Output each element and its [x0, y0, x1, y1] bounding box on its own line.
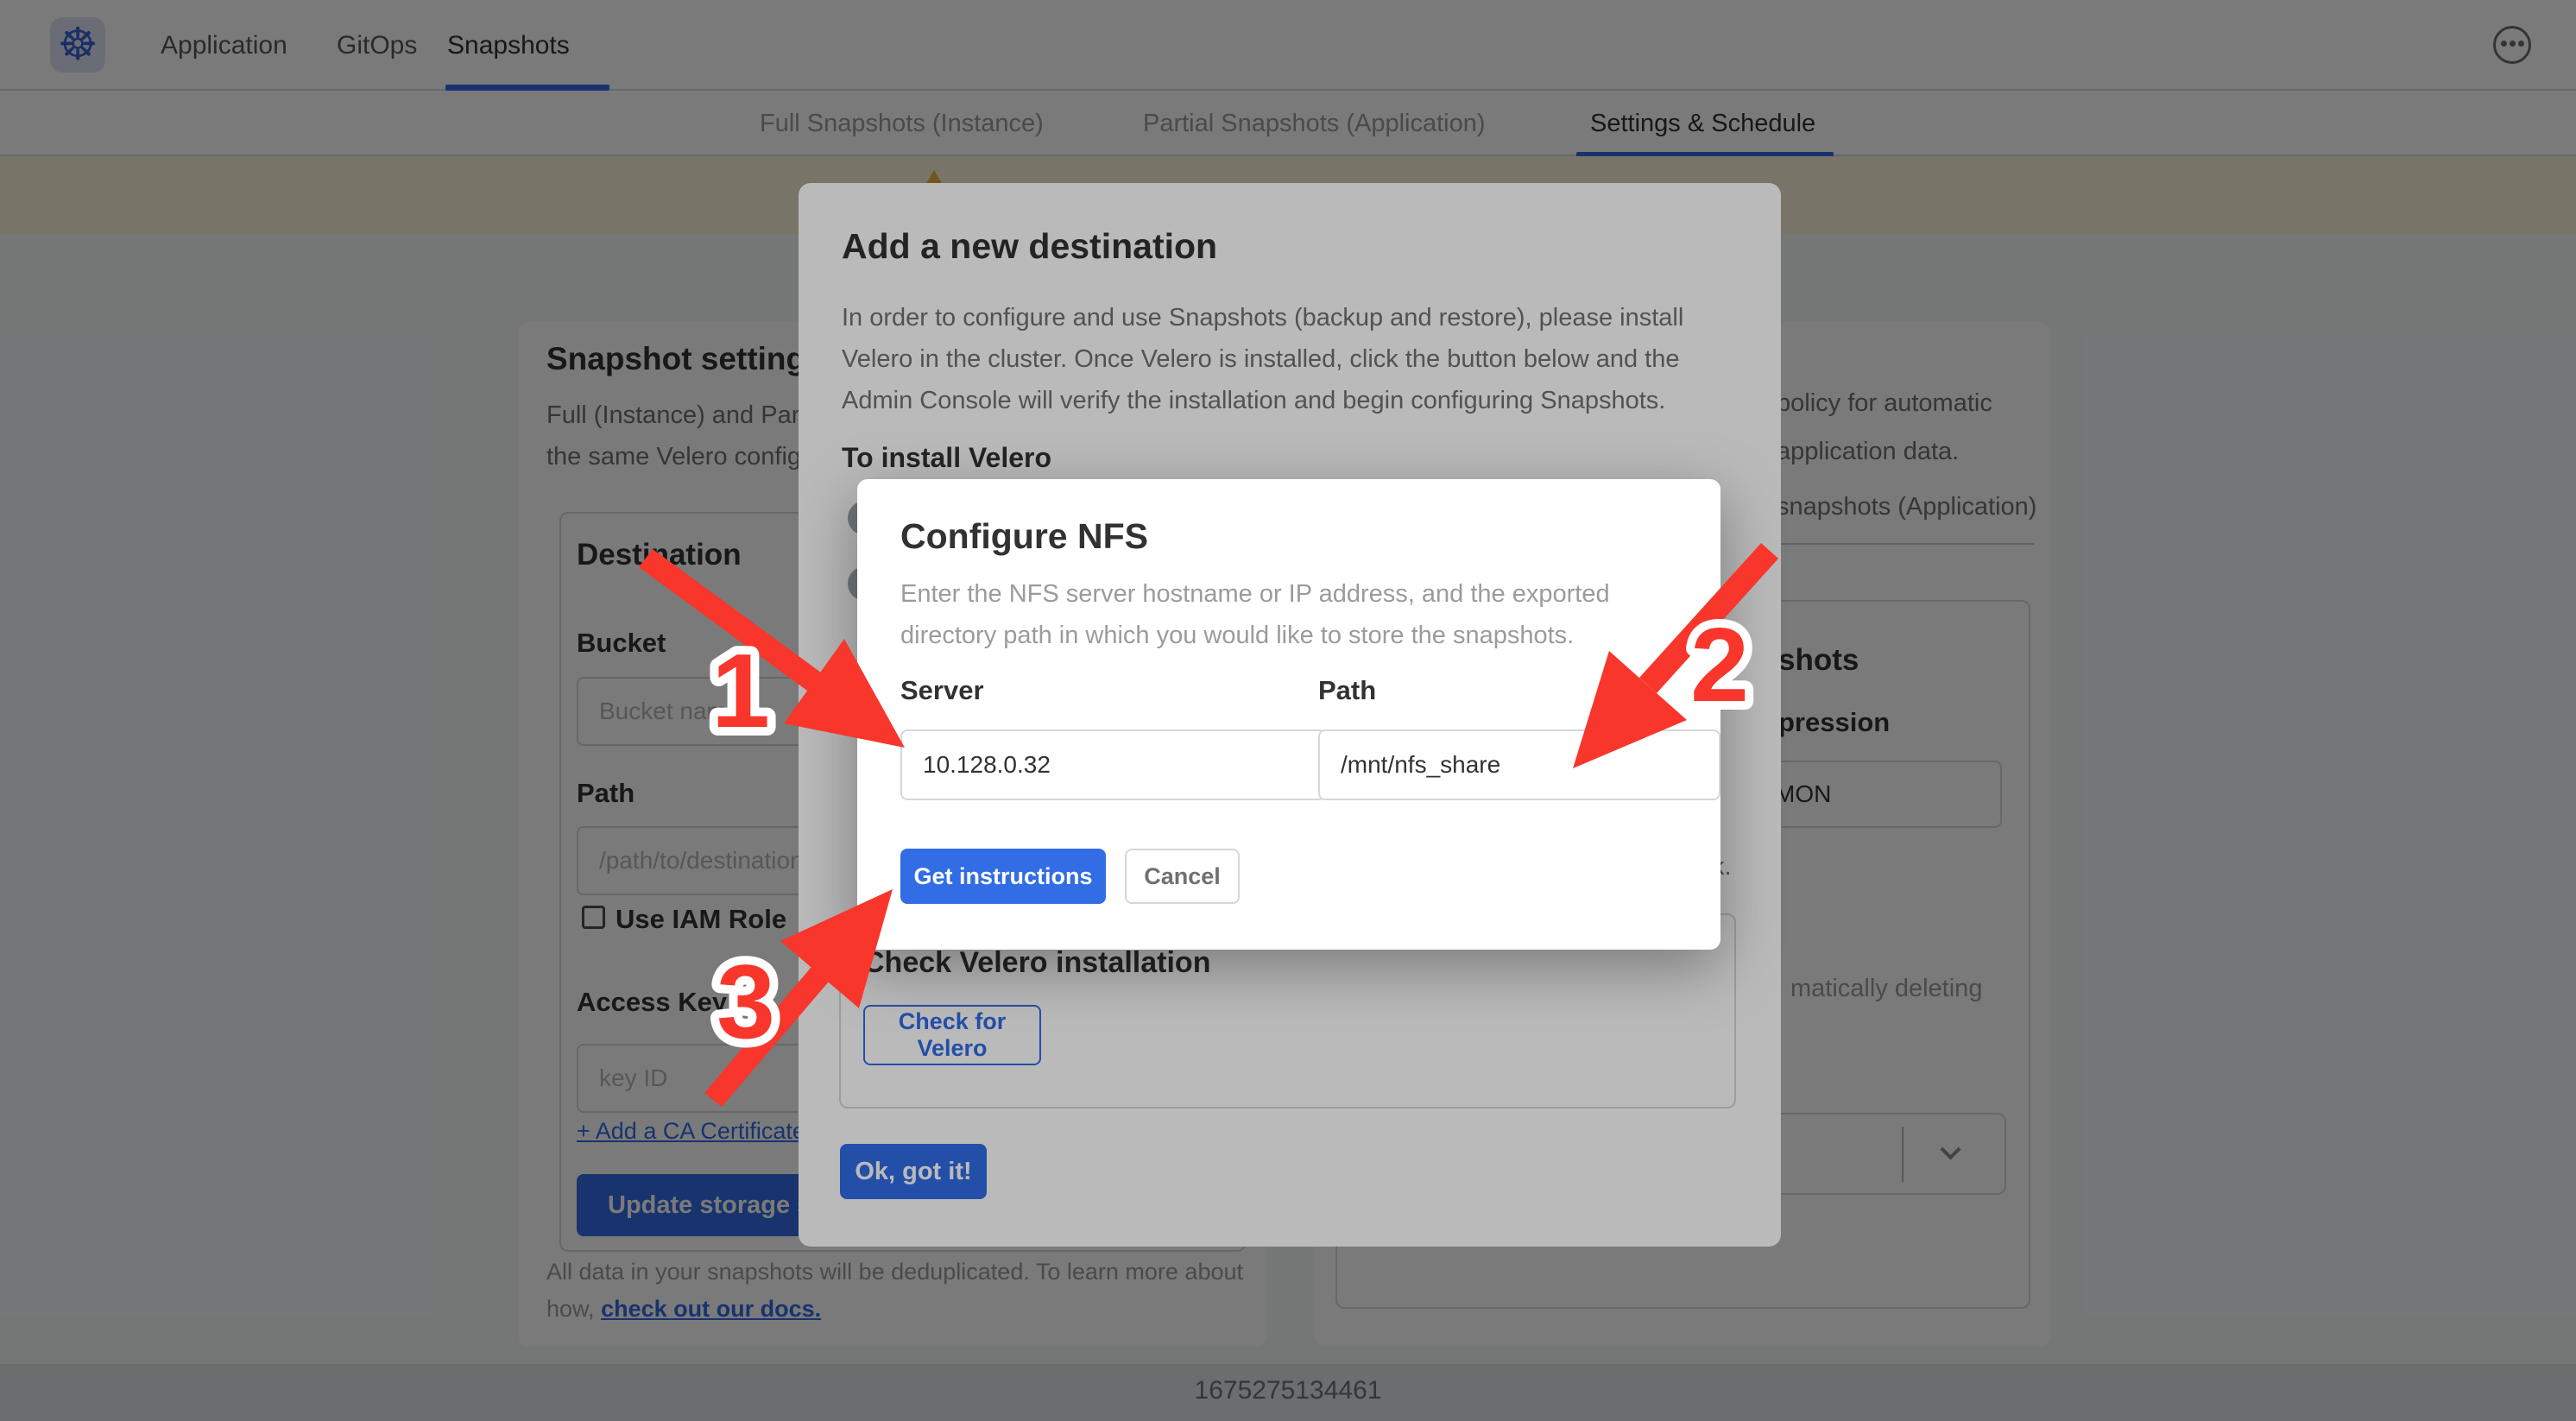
get-instructions-button[interactable]: Get instructions	[900, 849, 1106, 904]
nfs-path-label: Path	[1318, 675, 1376, 706]
nfs-body-line2: directory path in which you would like t…	[900, 622, 1574, 650]
cancel-button[interactable]: Cancel	[1125, 849, 1240, 904]
server-label: Server	[900, 675, 984, 706]
nfs-body-line1: Enter the NFS server hostname or IP addr…	[900, 580, 1610, 609]
configure-nfs-modal: Configure NFS Enter the NFS server hostn…	[857, 479, 1720, 950]
app-window: ☸ Application GitOps Snapshots Full Snap…	[0, 0, 2576, 1421]
configure-nfs-title: Configure NFS	[900, 516, 1148, 557]
nfs-path-input[interactable]	[1318, 729, 1720, 800]
server-input[interactable]	[900, 729, 1326, 800]
